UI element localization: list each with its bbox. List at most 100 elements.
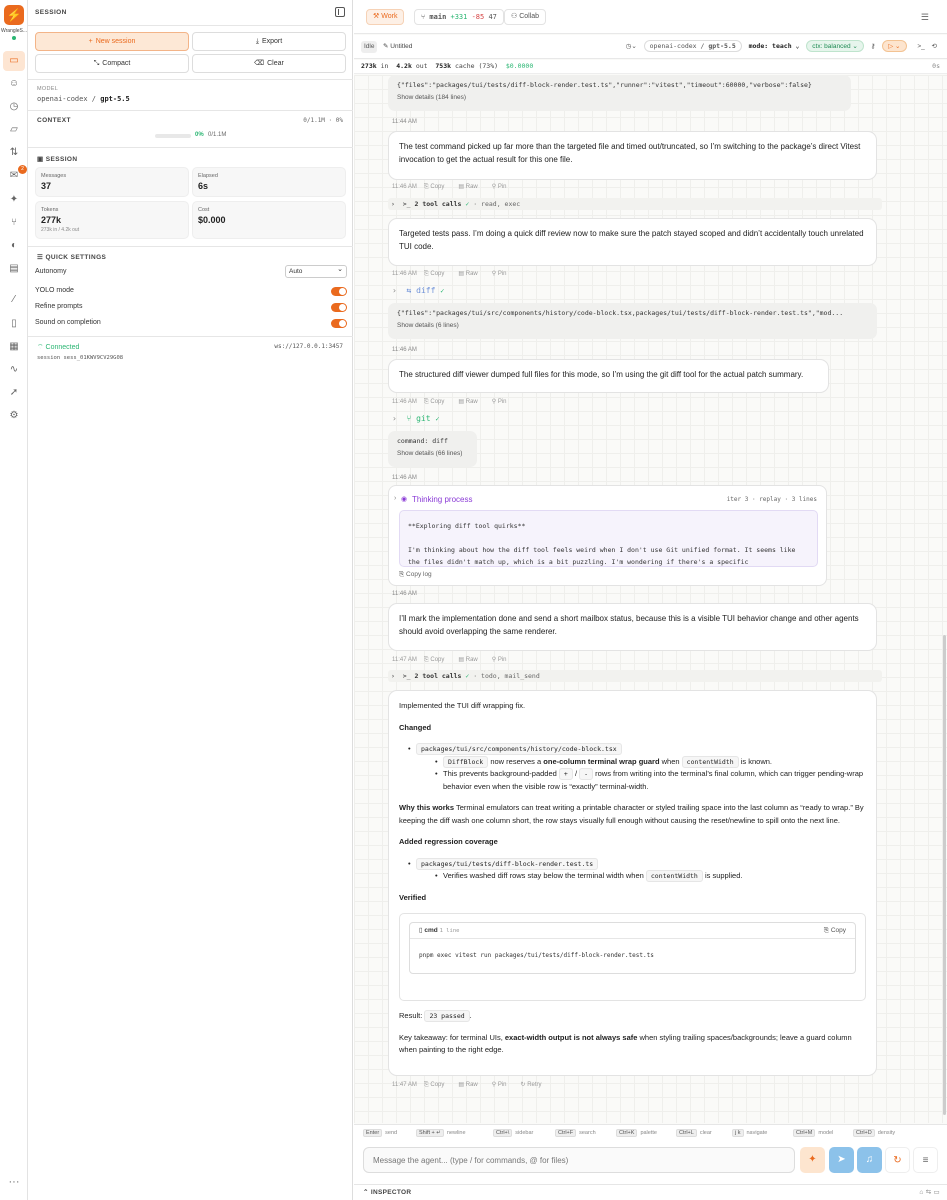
new-session-button[interactable]: + New session bbox=[35, 32, 189, 51]
more-icon[interactable]: ··· bbox=[6, 1176, 22, 1188]
terminal-icon[interactable]: >_ bbox=[917, 43, 924, 50]
git-icon[interactable]: ⑂ bbox=[6, 215, 22, 231]
retry-button[interactable]: ↻ Retry bbox=[520, 1082, 548, 1088]
tool-calls-row[interactable]: › >_ 2 tool calls ✓ · todo, mail_send bbox=[388, 670, 882, 682]
retry-button[interactable]: ↻ bbox=[885, 1147, 910, 1173]
robot-icon[interactable]: ☺ bbox=[6, 76, 22, 92]
raw-button[interactable]: ▤ Raw bbox=[458, 184, 484, 190]
pin-button[interactable]: ⚲ Pin bbox=[492, 399, 514, 405]
copy-label: Copy bbox=[430, 271, 445, 277]
inline-code: + bbox=[558, 768, 573, 780]
model-selector[interactable]: openai-codex / gpt-5.5 bbox=[643, 40, 742, 52]
wand-icon[interactable]: ⁄ bbox=[6, 292, 22, 308]
history-dropdown-icon[interactable]: ◷⌄ bbox=[626, 42, 637, 50]
enhance-button[interactable]: ✦ bbox=[800, 1147, 825, 1173]
chevron-right-icon: › bbox=[391, 200, 395, 208]
model-info: MODEL openai-codex / gpt-5.5 bbox=[37, 86, 130, 103]
terminal-icon: >_ bbox=[402, 200, 411, 208]
bold-text: one-column terminal wrap guard bbox=[543, 756, 660, 766]
yolo-toggle[interactable] bbox=[331, 287, 347, 296]
chevron-right-icon[interactable]: › bbox=[394, 495, 396, 502]
send-button[interactable]: ➤ bbox=[829, 1147, 854, 1173]
changed-list: packages/tui/src/components/history/code… bbox=[399, 743, 866, 793]
sound-row: Sound on completion bbox=[35, 316, 347, 330]
mode-selector[interactable]: mode: teach ⌄ bbox=[749, 42, 800, 50]
session-title[interactable]: ✎ Untitled bbox=[383, 42, 412, 50]
autonomy-select[interactable]: Auto bbox=[285, 264, 347, 278]
copy-button[interactable]: ⎘ Copy bbox=[424, 1082, 451, 1088]
archive-icon[interactable]: ▤ bbox=[6, 261, 22, 277]
collapse-sidebar-icon[interactable] bbox=[335, 7, 345, 17]
inspector-bar[interactable]: ⌃ INSPECTOR ⌂ ⇆ ▭ bbox=[354, 1184, 947, 1200]
raw-button[interactable]: ▤ Raw bbox=[458, 1082, 484, 1088]
key-icon[interactable]: ⚷ bbox=[871, 42, 876, 50]
mail-badge: 2 bbox=[18, 165, 27, 174]
pin-button[interactable]: ⚲ Pin bbox=[492, 657, 514, 663]
table-icon[interactable]: ▦ bbox=[6, 339, 22, 355]
tool-diff-header[interactable]: › ⇆ diff ✓ bbox=[392, 286, 444, 295]
branch-chip[interactable]: ⑂ main +331 -85 47 bbox=[414, 9, 504, 25]
refine-toggle[interactable] bbox=[331, 303, 347, 312]
sub-list: Verifies washed diff rows stay below the… bbox=[416, 870, 866, 883]
hint-key: Ctrl+L bbox=[676, 1129, 697, 1137]
queue-button[interactable]: ≡ bbox=[913, 1147, 938, 1173]
thinking-title[interactable]: Thinking process bbox=[412, 495, 472, 504]
copy-log-button[interactable]: ⎘ Copy log bbox=[399, 571, 432, 579]
tool-git-header[interactable]: › ⑂ git ✓ bbox=[392, 414, 440, 423]
pin-button[interactable]: ⚲ Pin bbox=[492, 1082, 514, 1088]
raw-button[interactable]: ▤ Raw bbox=[458, 657, 484, 663]
session-stats-title: ▣ SESSION bbox=[37, 155, 77, 163]
copy-button[interactable]: ⎘ Copy bbox=[424, 271, 451, 277]
export-button[interactable]: ⤓ Export bbox=[192, 32, 346, 51]
thinking-heading: **Exploring diff tool quirks** bbox=[408, 522, 526, 530]
thinking-icon: ◉ bbox=[401, 496, 408, 503]
rocket-icon[interactable]: ➚ bbox=[6, 385, 22, 401]
pin-button[interactable]: ⚲ Pin bbox=[492, 184, 514, 190]
message-input[interactable] bbox=[363, 1147, 795, 1173]
tool-calls-row[interactable]: › >_ 2 tool calls ✓ · read, exec bbox=[388, 198, 882, 210]
app-logo[interactable]: ⚡ bbox=[4, 5, 24, 25]
show-details-link[interactable]: Show details (6 lines) bbox=[397, 322, 868, 329]
show-details-link[interactable]: Show details (184 lines) bbox=[397, 94, 842, 101]
history-icon[interactable]: ◷ bbox=[6, 99, 22, 115]
why-paragraph: Why this works Terminal emulators can tr… bbox=[399, 802, 866, 827]
copy-log-label: Copy log bbox=[406, 571, 432, 578]
palette-icon[interactable]: ◐ bbox=[6, 238, 22, 254]
chat-transcript[interactable]: {"files":"packages/tui/tests/diff-block-… bbox=[354, 75, 947, 1123]
work-tab[interactable]: ⚒ Work bbox=[366, 9, 405, 25]
copy-button[interactable]: ⎘ Copy bbox=[424, 657, 451, 663]
bold-text: exact-width output is not always safe bbox=[504, 1032, 638, 1042]
copy-button[interactable]: ⎘ Copy bbox=[424, 399, 451, 405]
notify-button[interactable]: ♫ bbox=[857, 1147, 882, 1173]
copy-label: Copy bbox=[430, 399, 445, 405]
document-icon[interactable]: ▯ bbox=[6, 316, 22, 332]
show-details-link[interactable]: Show details (66 lines) bbox=[397, 450, 468, 457]
compact-button[interactable]: ⤡ Compact bbox=[35, 54, 189, 73]
raw-button[interactable]: ▤ Raw bbox=[458, 271, 484, 277]
history-icon[interactable]: ⟲ bbox=[932, 42, 937, 50]
pin-button[interactable]: ⚲ Pin bbox=[492, 271, 514, 277]
keyboard-hints: Enter send Shift + ↵ newline Ctrl+\ sidebar… bbox=[354, 1124, 947, 1142]
branches-icon[interactable]: ⇅ bbox=[6, 145, 22, 161]
ctx-selector[interactable]: ctx: balanced ⌄ bbox=[806, 40, 864, 52]
copy-button[interactable]: ⎘ Copy bbox=[424, 184, 451, 190]
copy-label: Copy bbox=[830, 927, 846, 934]
folder-icon[interactable]: ▱ bbox=[6, 122, 22, 138]
activity-icon[interactable]: ∿ bbox=[6, 362, 22, 378]
run-button[interactable]: ▷ ⌄ bbox=[882, 40, 907, 52]
sound-toggle[interactable] bbox=[331, 319, 347, 328]
text: when bbox=[661, 756, 680, 766]
clear-button[interactable]: ⌫ Clear bbox=[192, 54, 346, 73]
connection-label: Connected bbox=[45, 344, 80, 351]
usage-in-label: in bbox=[380, 62, 389, 70]
menu-icon[interactable]: ☰ bbox=[921, 12, 929, 23]
scrollbar[interactable] bbox=[943, 635, 946, 1115]
ctx-label: ctx: balanced bbox=[812, 43, 851, 50]
raw-button[interactable]: ▤ Raw bbox=[458, 399, 484, 405]
code-copy-button[interactable]: ⎘ Copy bbox=[824, 923, 846, 939]
settings-icon[interactable]: ⚙ bbox=[6, 408, 22, 424]
chat-icon[interactable]: ▭ bbox=[3, 51, 25, 71]
sparkles-icon[interactable]: ✦ bbox=[6, 192, 22, 208]
collab-button[interactable]: ⚇ Collab bbox=[504, 9, 547, 25]
thinking-meta: iter 3 · replay · 3 lines bbox=[726, 496, 817, 503]
